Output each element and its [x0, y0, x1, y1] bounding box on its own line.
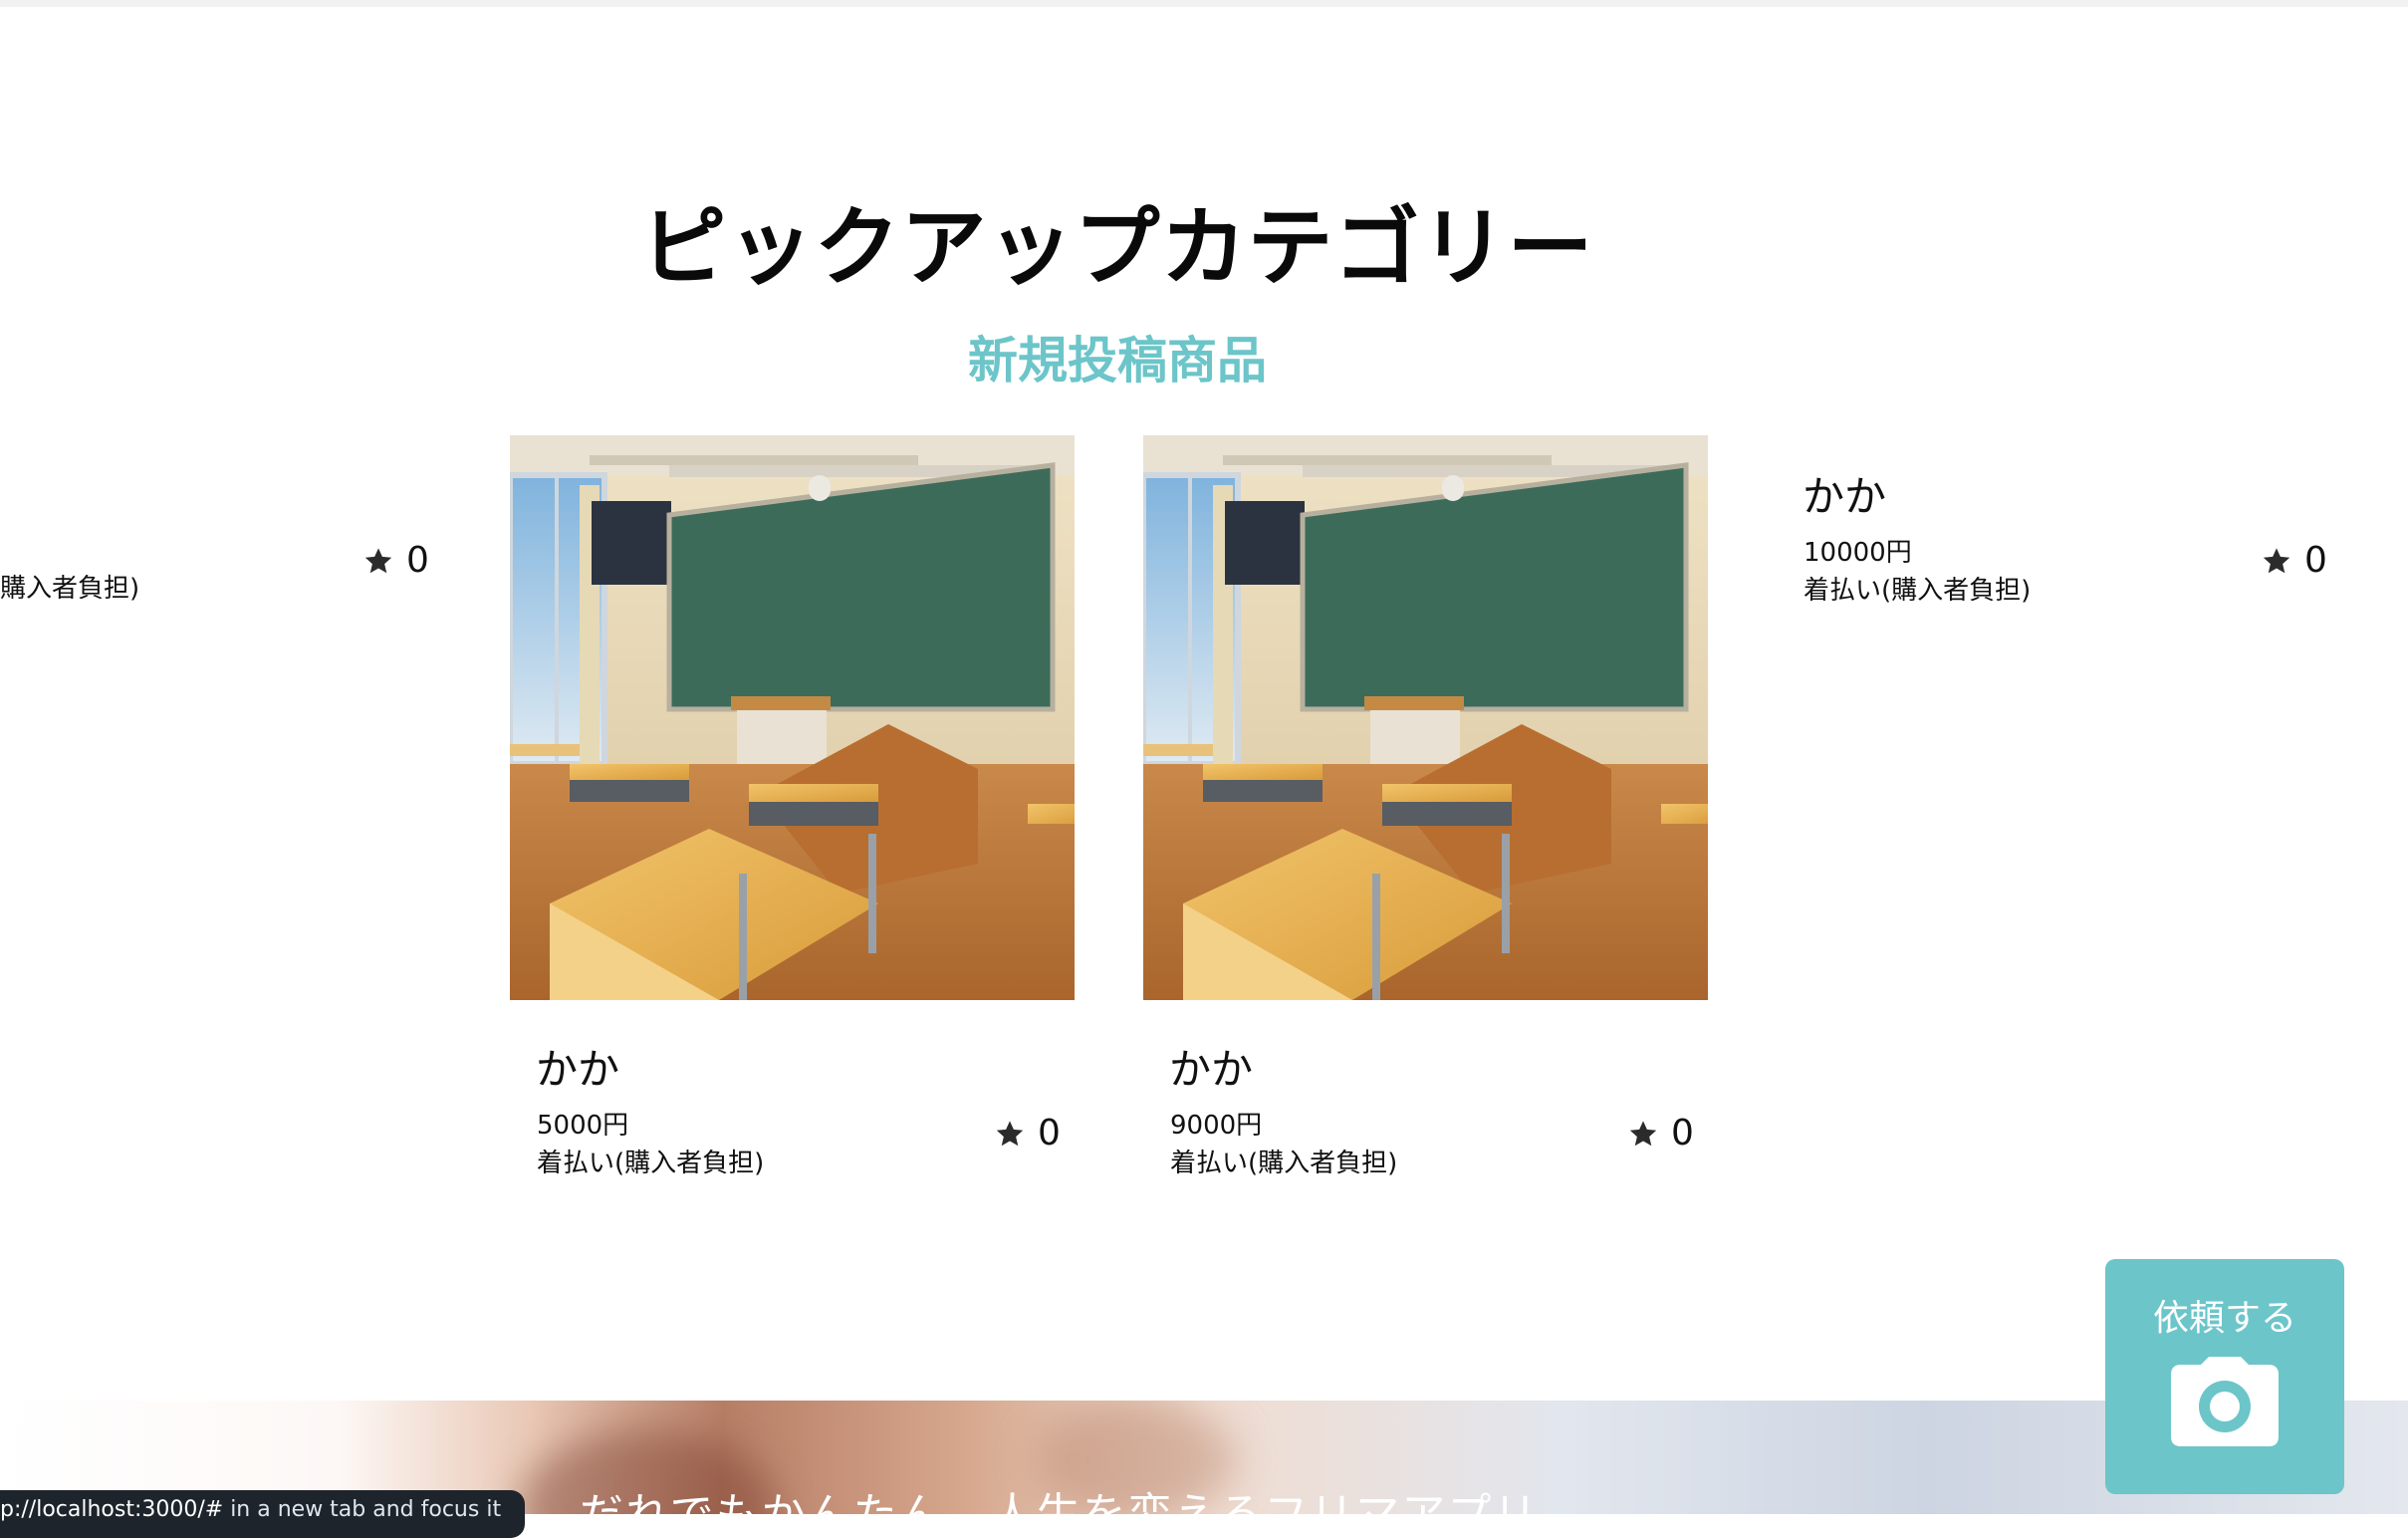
star-icon: [1627, 1118, 1659, 1150]
product-shipping: 着払い(購入者負担): [1170, 1149, 1398, 1178]
product-name[interactable]: かか: [1803, 463, 1886, 524]
product-price: 10000円: [1804, 538, 1912, 568]
product-name[interactable]: かか: [536, 1036, 619, 1097]
like-count-value: 0: [2304, 540, 2327, 581]
like-count-value: 0: [1038, 1113, 1061, 1154]
like-count-value: 0: [406, 540, 429, 581]
product-shipping: 購入者負担): [0, 574, 140, 604]
section-title: ピックアップカテゴリー: [640, 198, 1594, 298]
like-count[interactable]: 0: [2261, 540, 2327, 581]
product-price: 9000円: [1170, 1111, 1263, 1141]
request-button-label: 依頼する: [2152, 1298, 2296, 1339]
like-count-value: 0: [1671, 1113, 1694, 1154]
star-icon: [362, 545, 394, 577]
product-name[interactable]: かか: [1169, 1036, 1253, 1097]
product-price: 5000円: [537, 1111, 629, 1141]
request-button[interactable]: 依頼する: [2105, 1259, 2344, 1494]
star-icon: [994, 1118, 1026, 1150]
camera-icon: [2171, 1357, 2279, 1450]
product-shipping: 着払い(購入者負担): [537, 1149, 765, 1178]
product-card[interactable]: かか 10000円 着払い(購入者負担) 0: [1777, 435, 2374, 635]
hero-tagline: だれでもかんたん、人生を変えるフリマアプリ: [580, 1478, 1539, 1514]
link-status-tooltip: p://localhost:3000/# in a new tab and fo…: [0, 1490, 526, 1538]
product-image[interactable]: [510, 435, 1075, 1000]
product-card[interactable]: かか 5000円 着払い(購入者負担) 0: [510, 435, 1075, 1192]
star-icon: [2261, 545, 2292, 577]
product-card[interactable]: かか 9000円 着払い(購入者負担) 0: [1143, 435, 1708, 1192]
product-shipping: 着払い(購入者負担): [1804, 576, 2032, 606]
top-divider: [0, 0, 2408, 7]
status-url: p://localhost:3000/#: [0, 1497, 224, 1522]
like-count[interactable]: 0: [362, 540, 429, 581]
product-image[interactable]: [1143, 435, 1708, 1000]
like-count[interactable]: 0: [994, 1113, 1061, 1154]
like-count[interactable]: 0: [1627, 1113, 1694, 1154]
section-subtitle: 新規投稿商品: [968, 332, 1267, 389]
status-hint: in a new tab and focus it: [223, 1497, 502, 1522]
product-card[interactable]: 購入者負担) 0: [0, 435, 438, 1192]
